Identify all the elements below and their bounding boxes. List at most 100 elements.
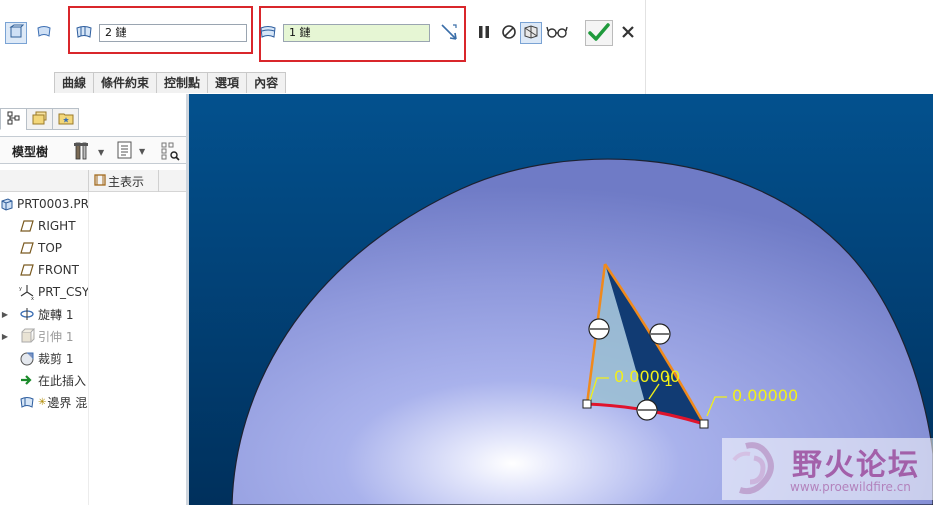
model-tree-panel: 模型樹 ▼ ▼ 主表示 PRT0003.PR RIGHT TOP FRONT y… [0,94,189,505]
tab-folder-browser[interactable] [26,108,53,130]
tree-item-revolve[interactable]: ▶ 旋轉 1 [0,304,88,324]
second-direction-chain-field[interactable]: 1 鏈 [283,24,430,42]
dashboard-tabs: 曲線 條件約束 控制點 選項 內容 [54,72,287,93]
csys-icon: yx [19,284,35,300]
show-dropdown[interactable]: ▼ [117,141,145,162]
surface-toggle-button[interactable] [33,22,55,44]
tree-item-label: FRONT [38,263,79,277]
attached-preview-icon [523,24,539,43]
verify-mode-button[interactable] [546,22,568,44]
checkmark-icon [588,22,610,45]
attached-preview-button[interactable] [520,22,542,44]
boundary-blend-second-direction-icon [259,24,277,43]
dimension-value-3[interactable]: 1 [664,374,673,390]
tab-curves[interactable]: 曲線 [54,72,95,93]
datum-plane-icon [19,240,35,256]
datum-plane-icon [19,262,35,278]
insert-here-icon [19,372,35,388]
no-preview-icon [501,24,517,43]
expand-arrow-icon[interactable]: ▶ [0,332,10,341]
close-icon [622,25,634,41]
tree-item-front[interactable]: FRONT [0,260,88,280]
tools-icon [72,141,92,164]
pause-button[interactable] [473,22,495,44]
watermark-url: www.proewildfire.cn [790,480,911,494]
tree-item-top[interactable]: TOP [0,238,88,258]
tab-options[interactable]: 選項 [207,72,248,93]
swap-direction-button[interactable] [438,22,460,44]
quilt-icon [36,25,52,42]
list-icon [117,141,133,162]
tree-structure-icon [7,111,21,128]
extrude-icon [19,328,35,344]
chevron-down-icon: ▼ [139,147,146,156]
first-direction-chain-field[interactable]: 2 鏈 [99,24,247,42]
feature-dashboard: 2 鏈 1 鏈 曲線 條件約束 控制點 選項 內容 [0,0,933,94]
tab-control-points[interactable]: 控制點 [156,72,209,93]
tree-item-label: TOP [38,241,63,255]
solid-surface-icon [8,24,24,42]
apply-button[interactable] [585,20,613,46]
model-tree-toolbar: 模型樹 ▼ ▼ [0,136,186,164]
tree-item-insert-here[interactable]: 在此插入 [0,370,88,390]
first-direction-collector-button[interactable] [73,22,95,44]
tree-item-extrude[interactable]: ▶ 引伸 1 [0,326,88,346]
column-divider [158,170,159,192]
app-window: 2 鏈 1 鏈 曲線 條件約束 控制點 選項 內容 模型樹 ▼ ▼ 主表示 PR… [0,0,933,505]
cancel-button[interactable] [617,22,639,44]
master-rep-label: 主表示 [108,175,145,189]
tree-column-header: 主表示 [0,170,186,192]
tree-column-line [88,192,89,505]
tree-item-label: 在此插入 [38,373,87,388]
boundary-blend-icon [19,394,35,410]
tab-model-tree[interactable] [0,108,27,130]
filter-button[interactable] [160,141,180,164]
boundary-blend-first-direction-icon [75,24,93,43]
svg-text:x: x [31,296,34,300]
tree-item-label: 引伸 1 [38,329,74,344]
tab-constraints[interactable]: 條件約束 [93,72,158,93]
svg-text:y: y [19,286,22,292]
settings-dropdown[interactable]: ▼ [72,141,104,164]
tree-item-right[interactable]: RIGHT [0,216,88,236]
trim-icon [19,350,35,366]
vertex-handle[interactable] [582,399,592,409]
revolve-icon [19,306,35,322]
tree-item-label: RIGHT [38,219,76,233]
watermark: 野火论坛 www.proewildfire.cn [722,438,933,500]
folders-icon [32,111,48,128]
tree-item-csys[interactable]: yx PRT_CSY [0,282,88,302]
surface-type-button[interactable] [5,22,27,44]
no-preview-button[interactable] [498,22,520,44]
tab-favorites[interactable] [52,108,79,130]
model-tree-title: 模型樹 [12,145,49,159]
tree-item-label: 裁剪 1 [38,351,74,366]
tree-item-label: 旋轉 1 [38,307,74,322]
dimension-value-2[interactable]: 0.00000 [732,386,798,405]
representation-icon [94,174,106,189]
tree-item-label: 邊界 混 [47,395,88,410]
master-rep-column[interactable]: 主表示 [94,173,144,190]
pause-icon [478,25,490,42]
vertex-handle[interactable] [699,419,709,429]
column-divider [88,170,89,192]
second-direction-collector-button[interactable] [257,22,279,44]
tree-item-label: PRT_CSY [38,285,88,299]
tree-item-label: PRT0003.PR [17,197,88,211]
active-feature-star-icon: ✳ [38,396,47,408]
chevron-down-icon: ▼ [98,148,105,157]
diagonal-arrow-icon [439,22,459,45]
part-icon [0,196,14,212]
expand-arrow-icon[interactable]: ▶ [0,310,10,319]
glasses-icon [546,25,568,42]
watermark-logo-icon [732,442,774,495]
dashboard-separator [645,0,646,94]
navigator-tabs [0,108,79,130]
tree-item-part[interactable]: PRT0003.PR [0,194,88,214]
tree-item-trim[interactable]: 裁剪 1 [0,348,88,368]
tree-item-boundary-blend[interactable]: ✳ 邊界 混 [0,392,88,412]
watermark-title: 野火论坛 [792,448,920,483]
tab-properties[interactable]: 內容 [246,72,287,93]
favorites-folder-icon [58,111,74,128]
datum-plane-icon [19,218,35,234]
